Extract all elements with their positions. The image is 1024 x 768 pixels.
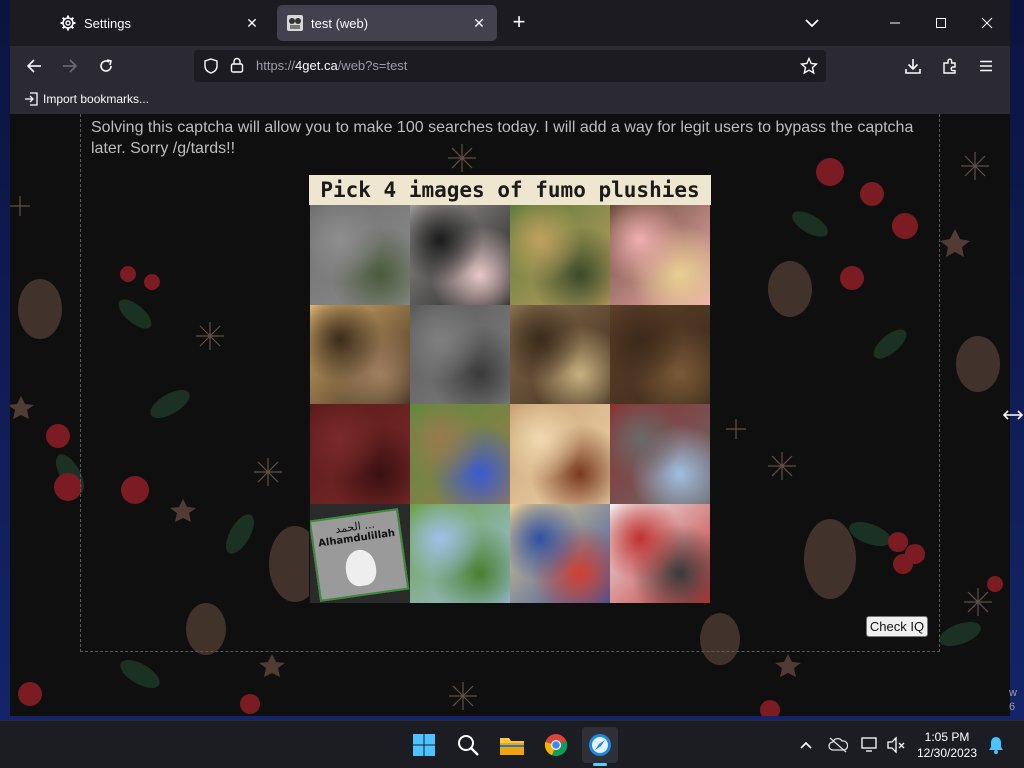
meme-bird-shape xyxy=(343,547,379,588)
captcha-image-16[interactable] xyxy=(610,503,710,603)
list-all-tabs-button[interactable] xyxy=(800,11,824,35)
bookmark-label: Import bookmarks... xyxy=(43,92,150,106)
file-explorer-button[interactable] xyxy=(494,727,530,763)
page-content: Solving this captcha will allow you to m… xyxy=(10,114,1010,716)
bookmarks-toolbar: Import bookmarks... xyxy=(10,86,1010,114)
navigation-toolbar: https://4get.ca/web?s=test xyxy=(10,46,1010,86)
start-icon xyxy=(413,734,435,756)
captcha-image-11[interactable] xyxy=(510,404,610,504)
captcha-image-6[interactable] xyxy=(410,304,510,404)
captcha-image-1[interactable] xyxy=(310,205,410,305)
browser-icon xyxy=(589,734,611,756)
captcha-image-14[interactable] xyxy=(410,503,510,603)
cloud-status[interactable] xyxy=(826,733,850,757)
search-icon xyxy=(458,735,479,756)
start-button[interactable] xyxy=(406,727,442,763)
chevron-up-icon xyxy=(800,741,812,749)
reload-button[interactable] xyxy=(90,50,122,82)
tab-strip: Settings ✕ test (web) ✕ + xyxy=(10,0,1010,46)
download-icon xyxy=(905,59,921,74)
volume-muted-icon xyxy=(887,736,905,754)
clock-date: 12/30/2023 xyxy=(916,746,978,760)
captcha-image-4[interactable] xyxy=(610,205,710,305)
url-prefix: https:// xyxy=(256,58,296,73)
captcha-image-13[interactable]: الحمد ... Alhamdulillah xyxy=(310,503,410,603)
tab-test-web[interactable]: test (web) ✕ xyxy=(277,5,497,41)
network-icon xyxy=(861,737,877,752)
captcha-image-3[interactable] xyxy=(510,205,610,305)
new-tab-button[interactable]: + xyxy=(507,11,531,35)
captcha-image-15[interactable] xyxy=(510,503,610,603)
browser-button[interactable] xyxy=(582,727,618,763)
captcha-image-2[interactable] xyxy=(410,205,510,305)
tab-label: Settings xyxy=(84,15,131,31)
captcha-box: Pick 4 images of fumo plushies الحمد ...… xyxy=(309,175,711,603)
forward-button[interactable] xyxy=(54,50,86,82)
captcha-image-8[interactable] xyxy=(610,304,710,404)
captcha-image-7[interactable] xyxy=(510,304,610,404)
volume-status[interactable] xyxy=(884,733,908,757)
chrome-button[interactable] xyxy=(538,727,574,763)
meme-card: الحمد ... Alhamdulillah xyxy=(310,507,410,602)
back-button[interactable] xyxy=(18,50,50,82)
show-hidden-icons-button[interactable] xyxy=(794,733,818,757)
desktop: Settings ✕ test (web) ✕ + https://4get.c… xyxy=(0,0,1024,768)
captcha-image-5[interactable] xyxy=(310,304,410,404)
maximize-icon xyxy=(936,18,946,28)
edge-text: w 6 xyxy=(1009,687,1017,713)
shield-icon[interactable] xyxy=(203,58,219,79)
captcha-notice-text: Solving this captcha will allow you to m… xyxy=(91,119,914,157)
extensions-button[interactable] xyxy=(934,50,966,82)
captcha-grid: الحمد ... Alhamdulillah xyxy=(310,205,710,603)
close-icon xyxy=(981,17,993,29)
close-tab-icon[interactable]: ✕ xyxy=(467,11,491,35)
reload-icon xyxy=(100,59,112,72)
search-button[interactable] xyxy=(450,727,486,763)
close-tab-icon[interactable]: ✕ xyxy=(240,11,264,35)
taskbar: 1:05 PM 12/30/2023 xyxy=(0,720,1024,768)
site-favicon xyxy=(287,15,303,31)
url-host: 4get.ca xyxy=(295,58,338,73)
check-iq-button[interactable]: Check IQ xyxy=(866,616,928,637)
clock-time: 1:05 PM xyxy=(924,730,970,744)
bookmark-star-icon[interactable] xyxy=(799,56,819,80)
cloud-off-icon xyxy=(828,737,848,753)
captcha-image-10[interactable] xyxy=(410,404,510,504)
forward-arrow-icon xyxy=(63,59,78,73)
notifications-button[interactable] xyxy=(984,733,1008,757)
url-bar[interactable]: https://4get.ca/web?s=test xyxy=(194,50,826,82)
import-icon xyxy=(25,92,38,106)
downloads-button[interactable] xyxy=(897,50,929,82)
bell-icon xyxy=(989,737,1003,754)
tab-label: test (web) xyxy=(311,15,369,31)
maximize-button[interactable] xyxy=(918,0,964,46)
puzzle-icon xyxy=(943,58,956,74)
browser-window: Settings ✕ test (web) ✕ + https://4get.c… xyxy=(10,0,1010,716)
captcha-image-12[interactable] xyxy=(610,404,710,504)
lock-icon[interactable] xyxy=(230,57,244,78)
import-bookmarks-item[interactable]: Import bookmarks... xyxy=(24,92,149,106)
captcha-image-9[interactable] xyxy=(310,404,410,504)
close-window-button[interactable] xyxy=(964,0,1010,46)
url-text: https://4get.ca/web?s=test xyxy=(256,58,407,73)
gear-icon xyxy=(60,15,76,31)
minimize-button[interactable] xyxy=(872,0,918,46)
tab-settings[interactable]: Settings ✕ xyxy=(50,5,270,41)
network-status[interactable] xyxy=(858,733,882,757)
chrome-icon xyxy=(544,734,568,757)
resize-cursor-icon xyxy=(1002,408,1024,426)
hamburger-icon xyxy=(980,60,992,72)
url-path: /web?s=test xyxy=(337,58,408,73)
menu-button[interactable] xyxy=(970,50,1002,82)
active-app-indicator xyxy=(593,763,607,766)
file-explorer-icon xyxy=(500,738,524,755)
chevron-down-icon xyxy=(805,19,819,28)
system-clock[interactable]: 1:05 PM 12/30/2023 xyxy=(912,729,982,761)
captcha-title: Pick 4 images of fumo plushies xyxy=(309,175,711,205)
back-arrow-icon xyxy=(26,59,41,73)
minimize-icon xyxy=(890,22,900,24)
